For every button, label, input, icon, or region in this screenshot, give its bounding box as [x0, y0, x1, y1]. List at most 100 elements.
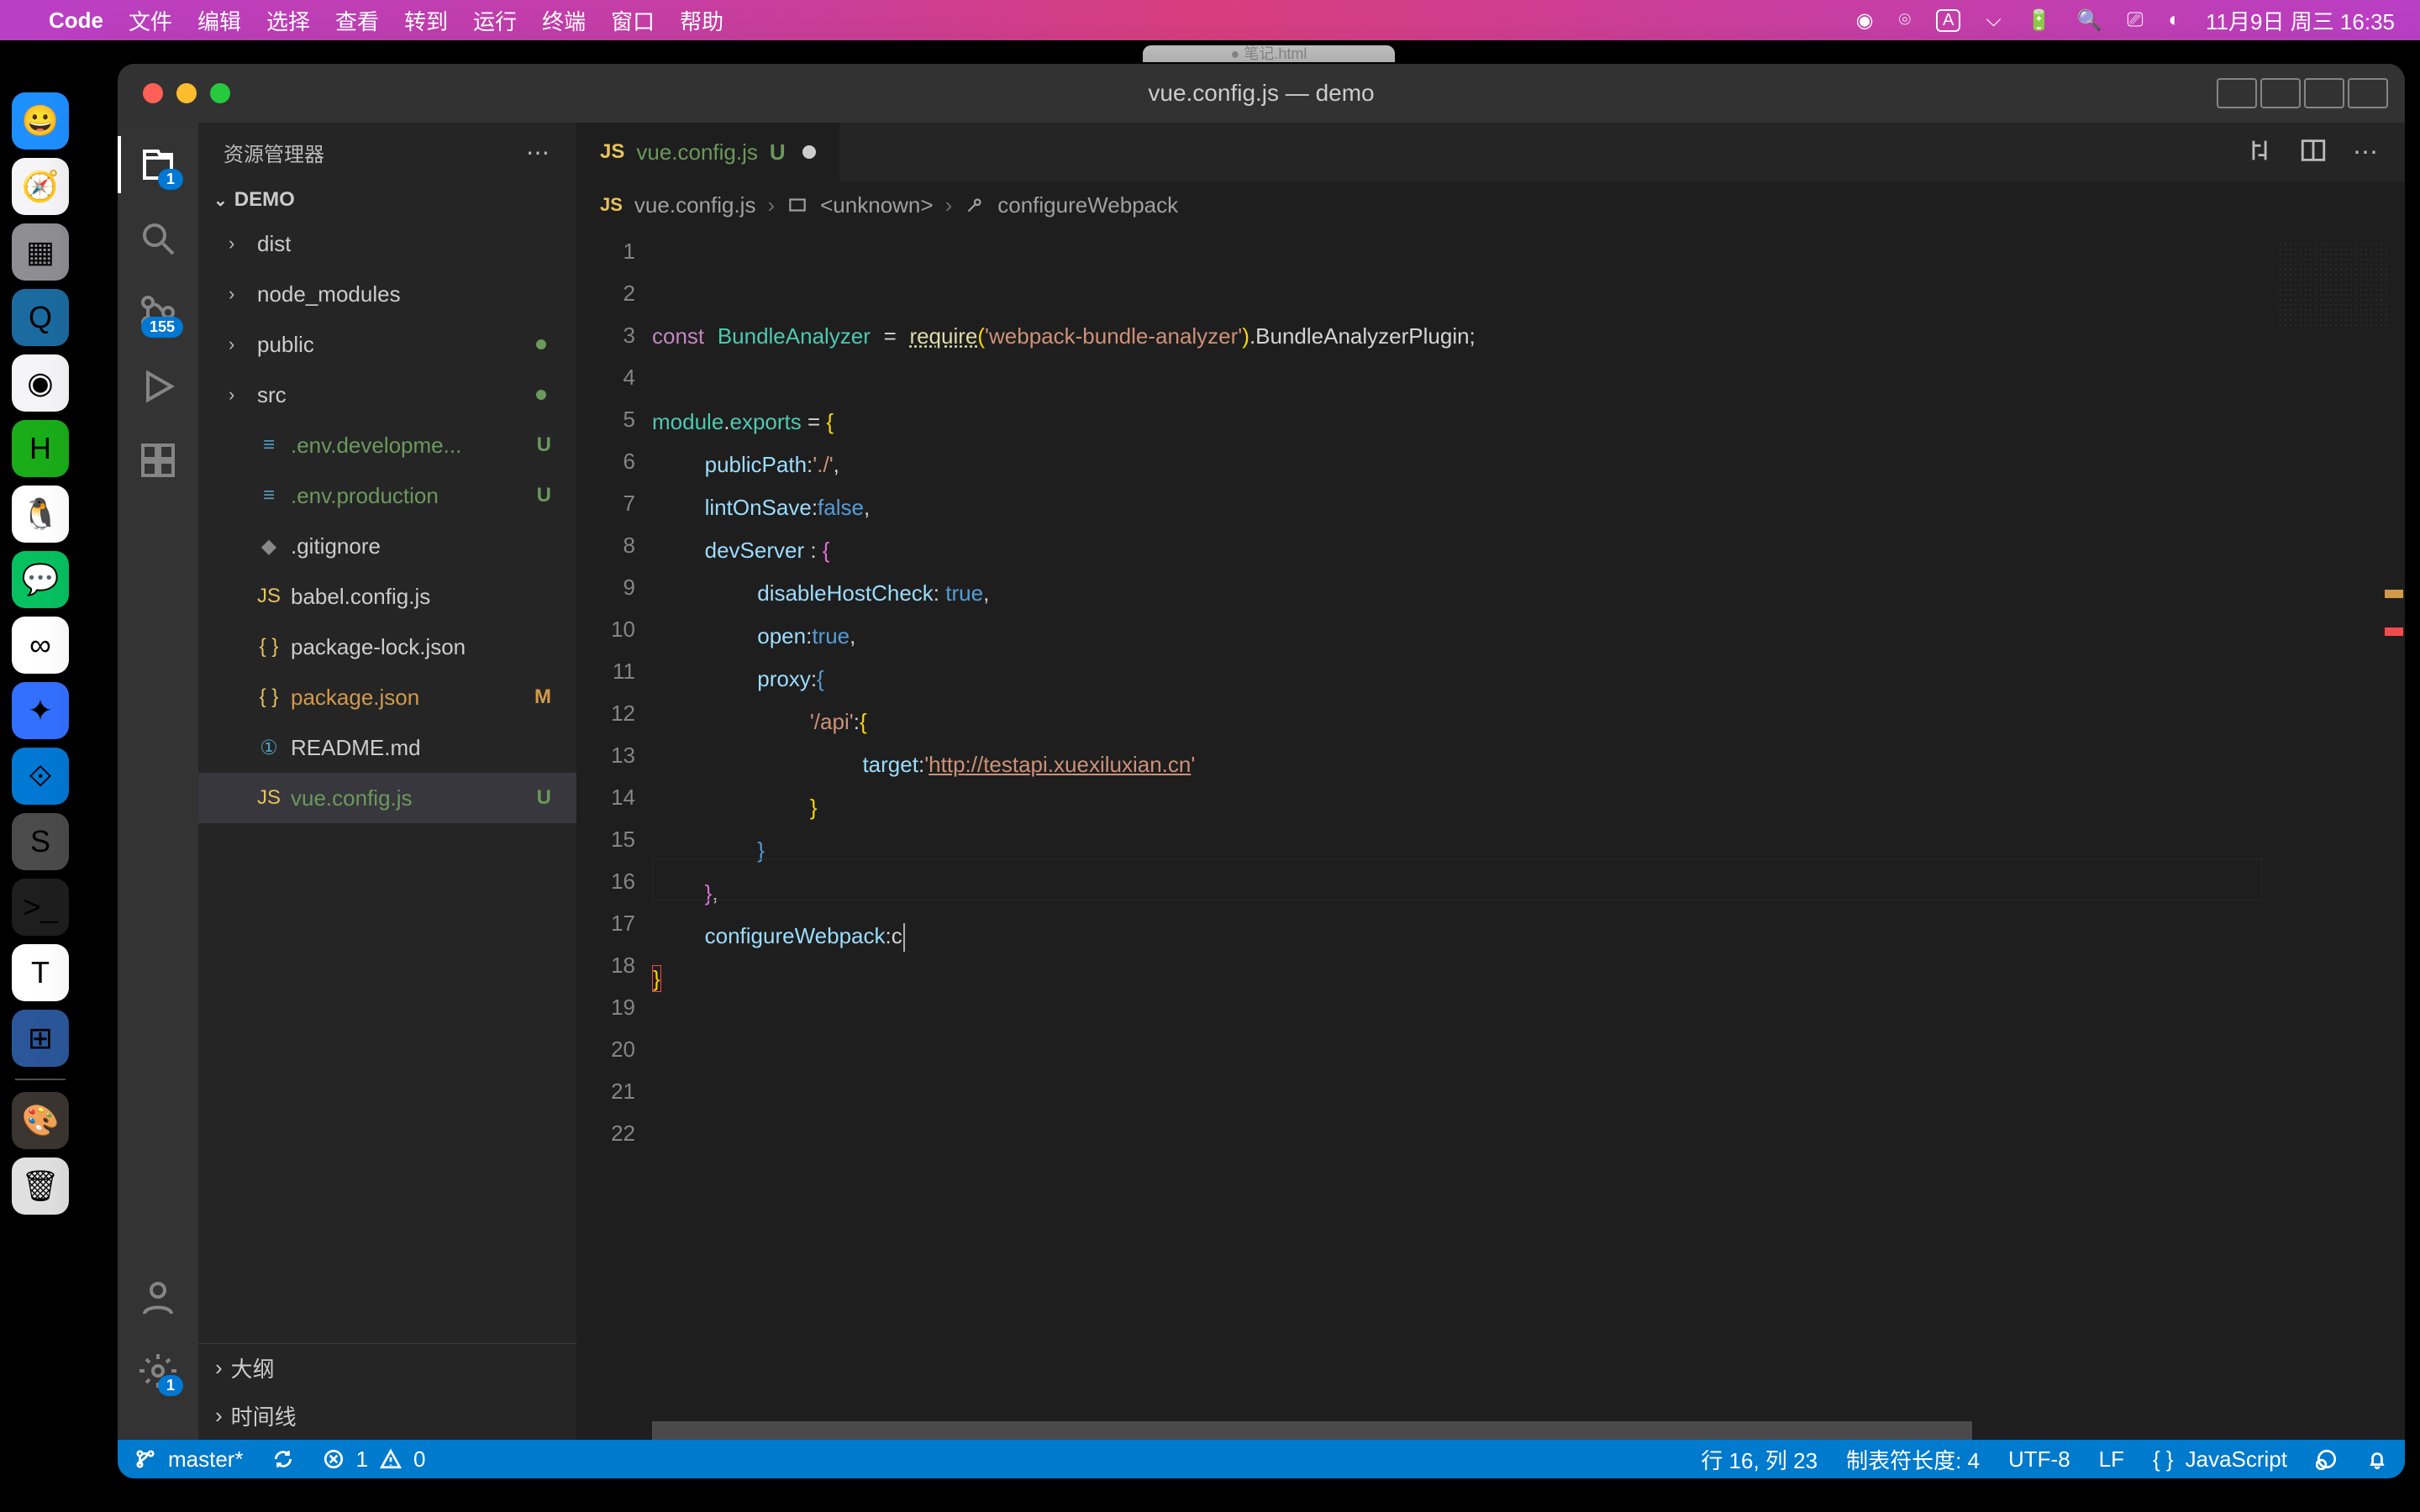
- minimap[interactable]: [2262, 228, 2405, 1440]
- scm-icon[interactable]: 155: [133, 287, 183, 338]
- file-package-lock-json[interactable]: { }package-lock.json: [198, 622, 576, 672]
- status-problems[interactable]: 1 0: [323, 1446, 426, 1473]
- breadcrumb-leaf[interactable]: configureWebpack: [997, 192, 1178, 218]
- menu-view[interactable]: 查看: [335, 5, 379, 36]
- dock-trash[interactable]: 🗑: [12, 1158, 69, 1215]
- maximize-icon[interactable]: [210, 83, 230, 103]
- menubar-record-icon[interactable]: ◉: [1856, 8, 1874, 33]
- dock-hbuilder[interactable]: H: [12, 420, 69, 477]
- js-icon: JS: [600, 140, 624, 164]
- layout-sidebar-icon[interactable]: [2217, 78, 2257, 108]
- encoding[interactable]: UTF-8: [2008, 1446, 2070, 1473]
- menu-help[interactable]: 帮助: [680, 5, 723, 36]
- code-content[interactable]: const BundleAnalyzer = require('webpack-…: [652, 228, 2262, 1440]
- menu-terminal[interactable]: 终端: [542, 5, 586, 36]
- timeline-section[interactable]: ›时间线: [198, 1392, 576, 1440]
- file--gitignore[interactable]: ◆.gitignore: [198, 521, 576, 571]
- status-sync[interactable]: [272, 1448, 294, 1470]
- debug-icon[interactable]: [133, 361, 183, 412]
- md-icon: ①: [257, 736, 281, 760]
- layout-custom-icon[interactable]: [2348, 78, 2388, 108]
- close-icon[interactable]: [143, 83, 163, 103]
- menubar-usage-icon[interactable]: ⌾: [1899, 8, 1911, 32]
- dock-terminal[interactable]: >_: [12, 879, 69, 936]
- file-babel-config-js[interactable]: JSbabel.config.js: [198, 571, 576, 622]
- dock-baidu[interactable]: ∞: [12, 617, 69, 674]
- file-public[interactable]: ›public: [198, 319, 576, 370]
- breadcrumb[interactable]: JS vue.config.js › <unknown> › configure…: [576, 181, 2405, 228]
- git-status: M: [534, 685, 551, 709]
- dock-quicktime[interactable]: Q: [12, 289, 69, 346]
- dock-text[interactable]: T: [12, 944, 69, 1001]
- file--env-developme---[interactable]: ≡.env.developme...U: [198, 420, 576, 470]
- menu-select[interactable]: 选择: [266, 5, 310, 36]
- file-vue-config-js[interactable]: JSvue.config.jsU: [198, 773, 576, 823]
- layout-secondary-icon[interactable]: [2304, 78, 2344, 108]
- outline-section[interactable]: ›大纲: [198, 1344, 576, 1392]
- eol[interactable]: LF: [2099, 1446, 2124, 1473]
- menubar-siri-icon[interactable]: ◐: [2169, 8, 2181, 32]
- dock-wechat[interactable]: 💬: [12, 551, 69, 608]
- breadcrumb-mid[interactable]: <unknown>: [820, 192, 933, 218]
- tab-vue-config[interactable]: JS vue.config.js U: [576, 123, 840, 181]
- file--env-production[interactable]: ≡.env.productionU: [198, 470, 576, 521]
- dock-launchpad[interactable]: ▦: [12, 223, 69, 281]
- dock-chrome[interactable]: ◉: [12, 354, 69, 412]
- menubar-date[interactable]: 11月9日 周三 16:35: [2206, 5, 2395, 36]
- editor-more-icon[interactable]: ⋯: [2353, 138, 2380, 167]
- git-dirty-dot: [536, 390, 546, 400]
- menubar-battery-icon[interactable]: 🔋: [2027, 8, 2052, 33]
- code-editor[interactable]: 12345678910111213141516171819202122 cons…: [576, 228, 2405, 1440]
- dock-office[interactable]: ⊞: [12, 1010, 69, 1067]
- horizontal-scrollbar[interactable]: [652, 1421, 2262, 1440]
- dock-sublime[interactable]: S: [12, 813, 69, 870]
- dock-feishu[interactable]: ✦: [12, 682, 69, 739]
- breadcrumb-file[interactable]: vue.config.js: [634, 192, 756, 218]
- explorer-icon[interactable]: 1: [133, 139, 183, 190]
- wrench-icon: [964, 194, 986, 216]
- extensions-icon[interactable]: [133, 435, 183, 486]
- branch-name: master*: [168, 1446, 244, 1473]
- dock-vscode[interactable]: ⟐: [12, 748, 69, 805]
- folder-label: src: [257, 382, 287, 408]
- settings-icon[interactable]: 1: [133, 1346, 183, 1396]
- background-window-tab[interactable]: ● 笔记.html: [1143, 45, 1395, 62]
- file-dist[interactable]: ›dist: [198, 218, 576, 269]
- menubar-wifi-icon[interactable]: ⌵: [1986, 8, 2001, 32]
- account-icon[interactable]: [133, 1272, 183, 1322]
- sidebar-more-icon[interactable]: ⋯: [526, 139, 551, 166]
- cursor-position[interactable]: 行 16, 列 23: [1701, 1444, 1818, 1475]
- file-README-md[interactable]: ①README.md: [198, 722, 576, 773]
- minimize-icon[interactable]: [176, 83, 197, 103]
- menu-goto[interactable]: 转到: [404, 5, 448, 36]
- menu-edit[interactable]: 编辑: [197, 5, 241, 36]
- chevron-right-icon: ›: [229, 233, 247, 255]
- menubar-app[interactable]: Code: [49, 8, 103, 34]
- file-node-modules[interactable]: ›node_modules: [198, 269, 576, 319]
- split-icon[interactable]: [2299, 136, 2328, 169]
- layout-panel-icon[interactable]: [2260, 78, 2301, 108]
- compare-icon[interactable]: [2245, 136, 2274, 169]
- language-mode[interactable]: { }JavaScript: [2153, 1446, 2287, 1473]
- dock-finder[interactable]: 😀: [12, 92, 69, 150]
- menubar-search-icon[interactable]: 🔍: [2076, 8, 2102, 33]
- indent-size[interactable]: 制表符长度: 4: [1846, 1444, 1980, 1475]
- search-icon[interactable]: [133, 213, 183, 264]
- chevron-right-icon: ›: [215, 1403, 223, 1429]
- status-feedback-icon[interactable]: [2316, 1448, 2338, 1470]
- menu-file[interactable]: 文件: [129, 5, 172, 36]
- dock-safari[interactable]: 🧭: [12, 158, 69, 215]
- git-status: U: [537, 433, 551, 457]
- menu-run[interactable]: 运行: [473, 5, 517, 36]
- file-package-json[interactable]: { }package.jsonM: [198, 672, 576, 722]
- file-src[interactable]: ›src: [198, 370, 576, 420]
- status-bell-icon[interactable]: [2366, 1448, 2388, 1470]
- status-branch[interactable]: master*: [134, 1446, 244, 1473]
- project-header[interactable]: ⌄ DEMO: [198, 181, 576, 218]
- menubar-a-icon[interactable]: A: [1936, 9, 1960, 32]
- dirty-dot-icon: [802, 145, 816, 159]
- dock-qq[interactable]: 🐧: [12, 486, 69, 543]
- menubar-control-icon[interactable]: ⎚: [2127, 8, 2143, 32]
- menu-window[interactable]: 窗口: [611, 5, 655, 36]
- dock-paint[interactable]: 🎨: [12, 1092, 69, 1149]
